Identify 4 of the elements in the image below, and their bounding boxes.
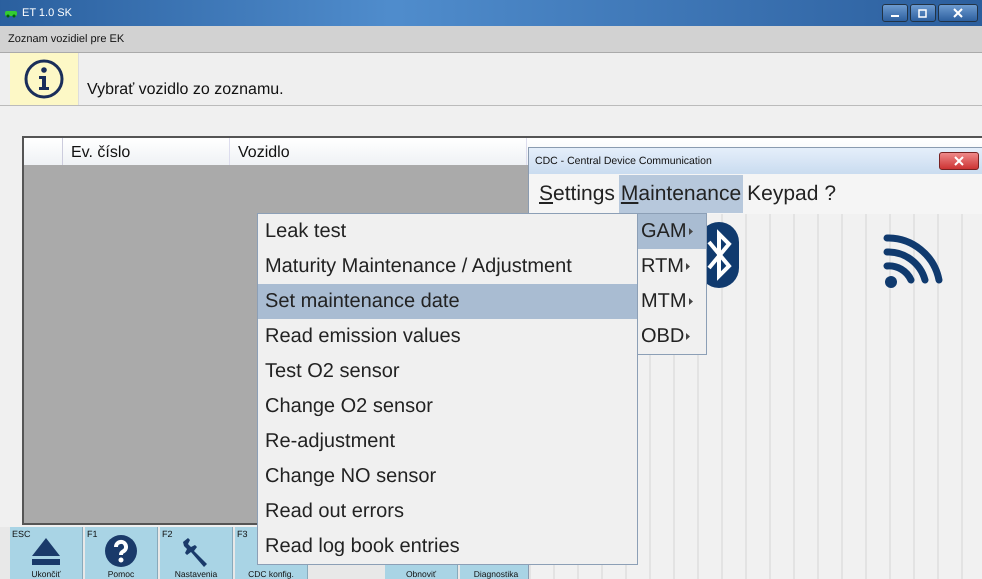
window-title: CDC - Central Device Communication	[535, 155, 712, 167]
window-title: ET 1.0 SK	[22, 7, 72, 19]
info-message: Vybrať vozidlo zo zoznamu.	[87, 81, 284, 99]
screen-title: Zoznam vozidiel pre EK	[8, 33, 124, 45]
